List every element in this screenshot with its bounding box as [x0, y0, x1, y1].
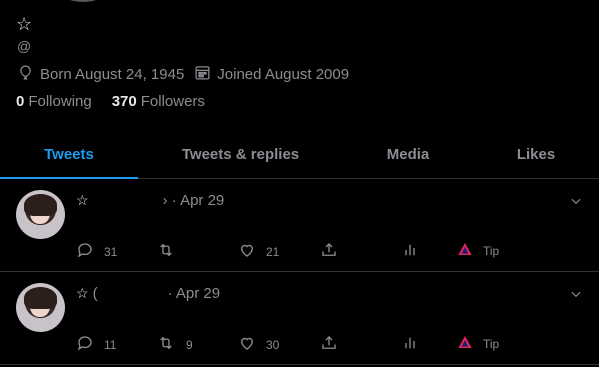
tip-icon: [457, 241, 483, 260]
reply-icon: [76, 241, 104, 262]
retweet-count: 9: [186, 337, 193, 352]
tweet-name-fragment: ›: [162, 192, 168, 209]
follow-stats: 0 Following 370 Followers: [16, 93, 225, 110]
tweet-actions: 31 21 Tip: [76, 241, 506, 263]
tab-tweets[interactable]: Tweets: [0, 131, 138, 179]
followers-count: 370: [111, 93, 137, 110]
joined-text: Joined August 2009: [217, 66, 350, 83]
heart-icon: [238, 334, 266, 355]
calendar-icon: [194, 64, 217, 85]
tab-tweets-replies[interactable]: Tweets & replies: [138, 131, 343, 178]
tip-label: Tip: [483, 336, 500, 351]
tip-button[interactable]: Tip: [457, 241, 499, 260]
heart-icon: [238, 241, 266, 262]
tweet-date[interactable]: · Apr 29: [168, 285, 221, 302]
profile-handle: @: [17, 38, 32, 54]
reply-count: 11: [104, 337, 117, 352]
tweet-author-name[interactable]: ☆: [76, 192, 89, 209]
redacted-name: [93, 195, 163, 207]
tweet-actions: 11 9 30 Tip: [76, 334, 506, 356]
tweet-avatar[interactable]: [16, 190, 65, 239]
reply-button[interactable]: 11: [76, 334, 116, 355]
tweet-item[interactable]: ☆ › · Apr 29 31 21 Tip: [0, 180, 599, 272]
like-button[interactable]: 21: [238, 241, 279, 262]
tip-icon: [457, 334, 483, 353]
tweet-avatar[interactable]: [16, 283, 65, 332]
tip-label: Tip: [483, 243, 500, 258]
like-button[interactable]: 30: [238, 334, 279, 355]
analytics-button[interactable]: [402, 241, 428, 262]
chevron-down-icon[interactable]: [569, 194, 583, 213]
like-count: 21: [266, 244, 280, 259]
followers-label: Followers: [140, 93, 205, 110]
followers-link[interactable]: 370 Followers: [112, 93, 205, 110]
analytics-icon: [402, 334, 428, 355]
tweet-header: ☆ ( · Apr 29: [76, 285, 220, 302]
balloon-icon: [17, 64, 40, 85]
retweet-button[interactable]: 9: [156, 334, 193, 355]
born-item: Born August 24, 1945: [17, 64, 184, 85]
retweet-button[interactable]: [156, 241, 186, 262]
redacted-name: [98, 288, 168, 300]
profile-name: ☆: [16, 14, 33, 34]
reply-button[interactable]: 31: [76, 241, 117, 262]
tip-button[interactable]: Tip: [457, 334, 499, 353]
tab-likes[interactable]: Likes: [473, 131, 599, 178]
following-count: 0: [16, 93, 25, 110]
tweet-date[interactable]: · Apr 29: [172, 192, 225, 209]
born-text: Born August 24, 1945: [40, 66, 185, 83]
tweet-header: ☆ › · Apr 29: [76, 192, 224, 209]
chevron-down-icon[interactable]: [569, 287, 583, 306]
share-icon: [320, 241, 348, 262]
share-icon: [320, 334, 348, 355]
tweet-item[interactable]: ☆ ( · Apr 29 11 9 30 Tip: [0, 273, 599, 365]
following-link[interactable]: 0 Following: [16, 93, 92, 110]
share-button[interactable]: [320, 241, 348, 262]
analytics-icon: [402, 241, 428, 262]
tab-media[interactable]: Media: [343, 131, 473, 178]
following-label: Following: [28, 93, 92, 110]
like-count: 30: [266, 337, 280, 352]
profile-meta: Born August 24, 1945 Joined August 2009: [17, 64, 359, 85]
reply-count: 31: [104, 244, 118, 259]
profile-avatar[interactable]: [38, 0, 128, 4]
reply-icon: [76, 334, 104, 355]
profile-tabs: Tweets Tweets & replies Media Likes: [0, 131, 599, 179]
share-button[interactable]: [320, 334, 348, 355]
tweet-author-name[interactable]: ☆: [76, 285, 89, 302]
joined-item: Joined August 2009: [194, 64, 349, 85]
retweet-icon: [156, 241, 186, 262]
retweet-icon: [156, 334, 186, 355]
analytics-button[interactable]: [402, 334, 428, 355]
